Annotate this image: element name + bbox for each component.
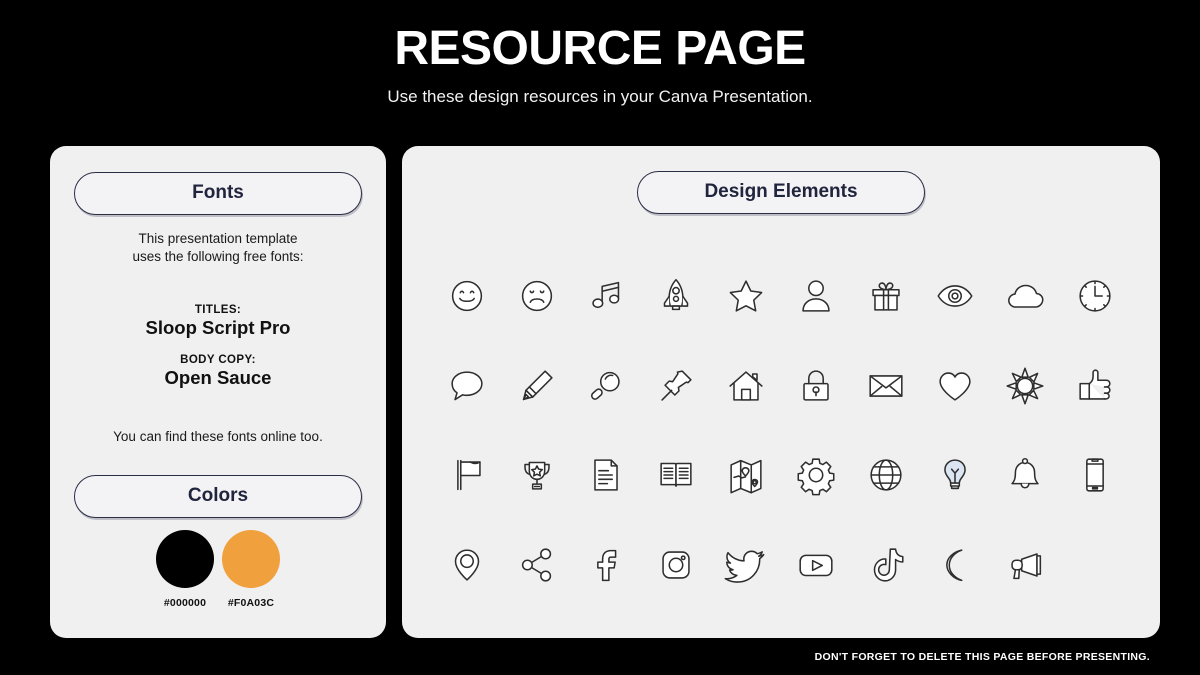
lightbulb-icon[interactable] (929, 449, 981, 501)
smiley-face-icon[interactable] (441, 270, 493, 322)
fonts-intro-line-1: This presentation template (138, 231, 298, 246)
sad-face-icon[interactable] (511, 270, 563, 322)
color-swatch-hex-label: #000000 (163, 597, 207, 609)
location-pin-icon[interactable] (441, 539, 493, 591)
colors-pill-label: Colors (187, 485, 249, 506)
tiktok-icon[interactable] (860, 539, 912, 591)
fonts-panel: Fonts This presentation template uses th… (50, 146, 386, 638)
document-icon[interactable] (580, 449, 632, 501)
cloud-icon[interactable] (999, 270, 1051, 322)
speech-bubble-icon[interactable] (441, 360, 493, 412)
map-icon[interactable] (720, 449, 772, 501)
content-area: Fonts This presentation template uses th… (50, 146, 1160, 638)
share-icon[interactable] (511, 539, 563, 591)
body-font-name: Open Sauce (164, 367, 272, 388)
envelope-icon[interactable] (860, 360, 912, 412)
megaphone-icon[interactable] (999, 539, 1051, 591)
house-icon[interactable] (720, 360, 772, 412)
color-swatch: #000000 (154, 530, 216, 609)
sun-icon[interactable] (999, 360, 1051, 412)
color-swatch-dot (156, 530, 214, 588)
clock-icon[interactable] (1069, 270, 1121, 322)
page-header: RESOURCE PAGE Use these design resources… (0, 0, 1200, 107)
facebook-icon[interactable] (580, 539, 632, 591)
delete-page-reminder: DON'T FORGET TO DELETE THIS PAGE BEFORE … (814, 651, 1150, 663)
color-swatch: #F0A03C (220, 530, 282, 609)
fonts-intro-text: This presentation template uses the foll… (68, 230, 368, 266)
design-elements-header: Design Elements (637, 171, 925, 214)
youtube-icon[interactable] (790, 539, 842, 591)
titles-font-spec: TITLES: Sloop Script Pro (50, 304, 386, 339)
moon-icon[interactable] (929, 539, 981, 591)
bell-icon[interactable] (999, 449, 1051, 501)
fonts-section-header: Fonts (74, 172, 362, 215)
trophy-icon[interactable] (511, 449, 563, 501)
body-font-spec: BODY COPY: Open Sauce (50, 354, 386, 389)
push-pin-icon[interactable] (650, 360, 702, 412)
lock-icon[interactable] (790, 360, 842, 412)
thumbs-up-icon[interactable] (1069, 360, 1121, 412)
gift-icon[interactable] (860, 270, 912, 322)
titles-font-name: Sloop Script Pro (145, 317, 291, 338)
fonts-pill-label: Fonts (192, 182, 244, 203)
eye-icon[interactable] (929, 270, 981, 322)
star-icon[interactable] (720, 270, 772, 322)
person-icon[interactable] (790, 270, 842, 322)
font-specs: TITLES: Sloop Script Pro BODY COPY: Open… (50, 304, 386, 389)
phone-icon[interactable] (1069, 449, 1121, 501)
page-subtitle: Use these design resources in your Canva… (387, 87, 813, 107)
globe-icon[interactable] (860, 449, 912, 501)
fonts-note: You can find these fonts online too. (113, 429, 323, 444)
twitter-icon[interactable] (720, 539, 772, 591)
color-swatch-hex-label: #F0A03C (227, 597, 275, 609)
colors-section-header: Colors (74, 475, 362, 518)
design-elements-panel: Design Elements (402, 146, 1160, 638)
flag-icon[interactable] (441, 449, 493, 501)
music-note-icon[interactable] (580, 270, 632, 322)
instagram-icon[interactable] (650, 539, 702, 591)
page-title: RESOURCE PAGE (394, 22, 806, 75)
color-swatch-dot (222, 530, 280, 588)
fonts-intro-line-2: uses the following free fonts: (132, 248, 304, 264)
pencil-icon[interactable] (511, 360, 563, 412)
open-book-icon[interactable] (650, 449, 702, 501)
gear-icon[interactable] (790, 449, 842, 501)
titles-font-label: TITLES: (194, 304, 242, 316)
design-elements-pill-label: Design Elements (704, 181, 858, 202)
icon-grid (432, 251, 1130, 610)
body-font-label: BODY COPY: (180, 354, 256, 366)
color-swatch-list: #000000 #F0A03C (50, 530, 386, 609)
magnifier-icon[interactable] (580, 360, 632, 412)
heart-icon[interactable] (929, 360, 981, 412)
rocket-icon[interactable] (650, 270, 702, 322)
